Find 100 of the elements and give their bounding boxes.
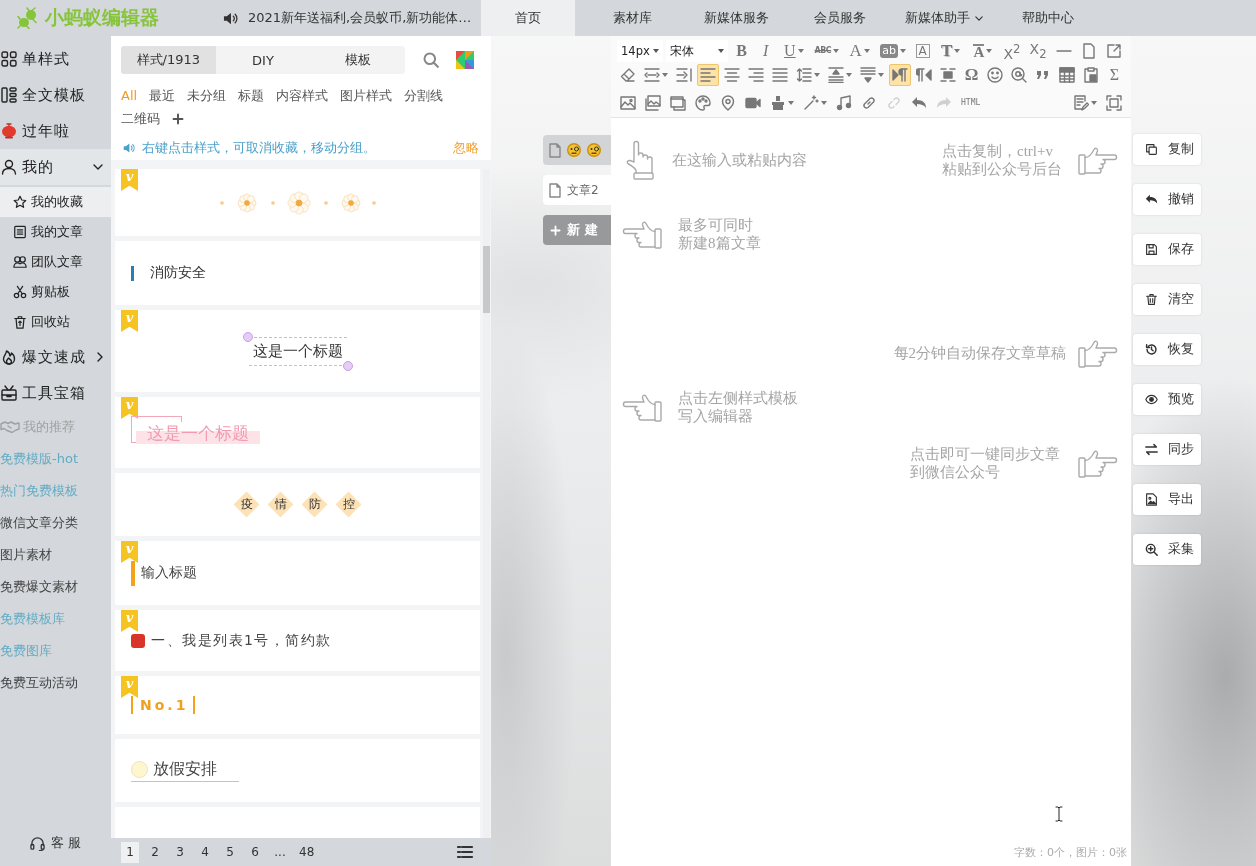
subscript-button[interactable]: X$_{2}$	[1026, 40, 1050, 62]
page-button[interactable]: 6	[246, 841, 264, 863]
category-tab[interactable]: 标题	[238, 84, 265, 107]
style-card[interactable]: v 一、我是列表1号，简约款	[115, 610, 480, 671]
category-tab[interactable]: 最近	[149, 84, 176, 107]
palette-button[interactable]	[692, 92, 714, 114]
sidebar-item[interactable]: 回收站	[0, 307, 111, 337]
sidebar-link[interactable]: 免费爆文素材	[0, 571, 78, 603]
highlight-button[interactable]: ab	[877, 40, 910, 62]
sidebar-item[interactable]: 工具宝箱	[0, 375, 111, 411]
nav-tab[interactable]: 会员服务	[793, 0, 887, 36]
style-tab[interactable]: DIY	[215, 46, 311, 74]
page-button[interactable]: 2	[146, 841, 164, 863]
style-card[interactable]: 疫 情 防 控	[115, 473, 480, 536]
diamond-character: 情	[267, 491, 294, 518]
space-before-button[interactable]	[825, 64, 855, 86]
plus-icon[interactable]	[172, 112, 184, 125]
article-tab[interactable]: 文章2	[543, 175, 611, 205]
chevron-down-icon[interactable]	[93, 164, 103, 170]
sidebar-item[interactable]: 过年啦	[0, 113, 111, 149]
page-button[interactable]: 3	[171, 841, 189, 863]
nav-tab[interactable]: 帮助中心	[1001, 0, 1095, 36]
letter-spacing-button[interactable]: A	[968, 40, 998, 62]
smiley-button[interactable]	[984, 64, 1006, 86]
bold-button[interactable]: B	[731, 40, 753, 62]
page-button[interactable]: ...	[271, 841, 289, 863]
category-tab[interactable]: 内容样式	[276, 84, 329, 107]
search-icon[interactable]	[423, 52, 439, 68]
underline-button[interactable]: U	[779, 40, 809, 62]
border-button[interactable]: A	[912, 40, 934, 62]
color-swatch-icon[interactable]	[456, 51, 474, 69]
action-button[interactable]: 清空	[1133, 284, 1201, 315]
category-tab[interactable]: 分割线	[404, 84, 444, 107]
page-button[interactable]: 1	[121, 841, 139, 863]
diamond-character: 防	[301, 491, 328, 518]
recycle-bin-icon	[13, 315, 27, 329]
plus-icon	[550, 224, 561, 236]
style-card[interactable]: 放假安排	[115, 739, 480, 802]
sidebar-item[interactable]: 单样式	[0, 41, 111, 77]
html-button[interactable]: HTML	[958, 92, 984, 114]
list-icon[interactable]	[456, 844, 474, 860]
paragraph-spacing-icon	[644, 67, 660, 83]
font-family-select[interactable]: 宋体	[666, 40, 729, 62]
style-card[interactable]: v 输入标题	[115, 541, 480, 605]
formula-button[interactable]: Σ	[1104, 64, 1125, 86]
font-color-button[interactable]: A	[845, 40, 875, 62]
page-button[interactable]: 4	[196, 841, 214, 863]
chevron-right-icon[interactable]	[97, 352, 103, 362]
special-character-button[interactable]: Ω	[961, 64, 982, 86]
flame-icon	[1, 349, 17, 365]
left-to-right-button[interactable]	[889, 64, 911, 86]
article-tab[interactable]	[543, 135, 611, 165]
style-card[interactable]: v 这是一个标题	[115, 310, 480, 392]
sidebar-item[interactable]: 剪贴板	[0, 277, 111, 307]
strikethrough-button[interactable]: ABC	[811, 40, 843, 62]
superscript-button[interactable]: X$^{2}$	[1000, 40, 1024, 62]
action-button[interactable]: 同步	[1133, 434, 1201, 465]
italic-button[interactable]: I	[755, 40, 777, 62]
category-tab[interactable]: 二维码	[121, 107, 160, 130]
style-tab[interactable]: 模板	[310, 46, 405, 74]
indent-icon	[676, 67, 692, 83]
sidebar-link[interactable]: 微信文章分类	[0, 507, 78, 539]
multi-image-button[interactable]	[642, 92, 664, 114]
table-button[interactable]	[1056, 64, 1078, 86]
text-shadow-button[interactable]: T	[936, 40, 966, 62]
sidebar-link[interactable]: 图片素材	[0, 539, 52, 571]
font-size-select[interactable]: 14px	[617, 40, 663, 62]
action-button[interactable]: 预览	[1133, 384, 1201, 415]
style-title-text: 消防安全	[150, 264, 206, 282]
announcement-text[interactable]: 2021新年送福利,会员蚁币,新功能体…	[248, 9, 472, 27]
page-button[interactable]: 5	[221, 841, 239, 863]
action-button[interactable]: 导出	[1133, 484, 1201, 515]
page-button[interactable]: 48	[296, 841, 318, 863]
scrollbar-thumb[interactable]	[483, 246, 490, 313]
align-left-button[interactable]	[697, 64, 719, 86]
sidebar-link[interactable]: 免费互动活动	[0, 667, 78, 699]
sidebar-item[interactable]: 爆文速成	[0, 339, 111, 375]
style-card[interactable]: 消防安全	[115, 241, 480, 305]
favorite-ribbon: v	[121, 676, 138, 698]
group-icon	[13, 255, 27, 269]
sidebar-item[interactable]: 我的收藏	[0, 187, 111, 217]
nav-tab[interactable]: 素材库	[585, 0, 679, 36]
style-title-text: 输入标题	[141, 564, 197, 582]
category-tab[interactable]: 未分组	[187, 84, 227, 107]
action-button[interactable]: 采集	[1133, 534, 1201, 565]
sidebar-item[interactable]: 团队文章	[0, 247, 111, 277]
action-button[interactable]: 保存	[1133, 234, 1201, 265]
sidebar-item[interactable]: 我的文章	[0, 217, 111, 247]
action-button[interactable]: 恢复	[1133, 334, 1201, 365]
nav-tab[interactable]: 新媒体服务	[689, 0, 783, 36]
sidebar-item[interactable]: 我的	[0, 149, 111, 185]
sidebar-item[interactable]: 全文模板	[0, 77, 111, 113]
style-tab[interactable]: 样式/1913	[121, 46, 216, 74]
fullscreen-button[interactable]	[1103, 92, 1125, 114]
action-button[interactable]: 复制	[1133, 134, 1201, 165]
category-tab[interactable]: 图片样式	[340, 84, 393, 107]
customer-service-button[interactable]: 客 服	[0, 825, 111, 861]
nav-tab[interactable]: 新媒体助手	[897, 0, 991, 36]
nav-tab[interactable]: 首页	[481, 0, 575, 36]
action-button[interactable]: 撤销	[1133, 184, 1201, 215]
